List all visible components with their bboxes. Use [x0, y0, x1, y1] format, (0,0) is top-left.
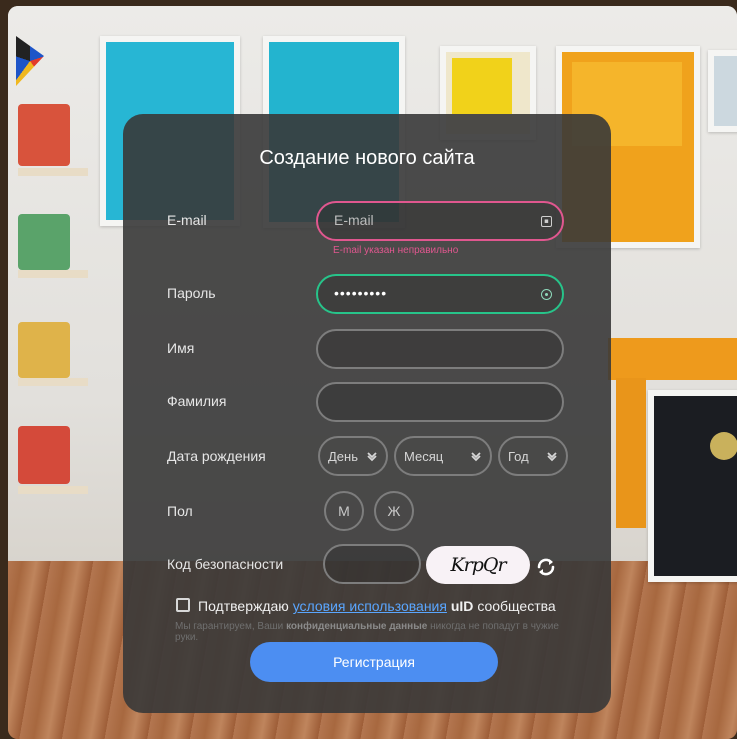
last-name-field-wrap [316, 382, 564, 422]
background-photo: Создание нового сайта E-mail ▪ E-mail ук… [8, 6, 737, 739]
chevron-down-icon [471, 452, 481, 462]
consent-checkbox[interactable] [176, 598, 190, 612]
consent-text: Подтверждаю условия использования uID со… [198, 598, 556, 614]
year-select-value: Год [508, 449, 529, 464]
privacy-note-prefix: Мы гарантируем, Ваши [175, 621, 284, 632]
shelf [18, 270, 88, 278]
day-select-value: День [328, 449, 358, 464]
birth-date-label: Дата рождения [167, 448, 266, 464]
shelf [18, 378, 88, 386]
decor-bar [608, 338, 737, 380]
register-button[interactable]: Регистрация [250, 642, 498, 682]
shelf [18, 168, 88, 176]
month-select[interactable]: Месяц [394, 436, 492, 476]
chevron-down-icon [547, 452, 557, 462]
decor-box [18, 214, 70, 270]
gender-male-button[interactable]: М [324, 491, 364, 531]
password-label: Пароль [167, 285, 216, 301]
email-field-wrap: ▪ [316, 201, 564, 241]
first-name-field[interactable] [334, 340, 534, 356]
refresh-icon[interactable] [535, 556, 557, 578]
security-code-field-wrap [323, 544, 421, 584]
month-select-value: Месяц [404, 449, 444, 464]
email-error: E-mail указан неправильно [333, 245, 459, 256]
password-field-wrap [316, 274, 564, 314]
security-code-label: Код безопасности [167, 556, 284, 572]
first-name-field-wrap [316, 329, 564, 369]
consent-brand: uID [450, 598, 474, 614]
terms-link[interactable]: условия использования [293, 598, 447, 614]
modal-title: Создание нового сайта [259, 147, 475, 169]
last-name-label: Фамилия [167, 393, 227, 409]
decor-box [18, 104, 70, 166]
privacy-note: Мы гарантируем, Ваши конфиденциальные да… [175, 621, 575, 643]
password-field[interactable] [334, 285, 534, 301]
year-select[interactable]: Год [498, 436, 568, 476]
shelf [18, 486, 88, 494]
poster [708, 50, 737, 132]
security-code-field[interactable] [341, 555, 411, 571]
decor-box [18, 322, 70, 378]
privacy-note-bold: конфиденциальные данные [286, 621, 428, 632]
poster [648, 390, 737, 582]
gender-female-button[interactable]: Ж [374, 491, 414, 531]
first-name-label: Имя [167, 340, 195, 356]
consent-prefix: Подтверждаю [198, 598, 289, 614]
day-select[interactable]: День [318, 436, 388, 476]
email-label: E-mail [167, 212, 207, 228]
decor-box [18, 426, 70, 484]
eye-icon[interactable] [541, 289, 552, 300]
registration-modal: Создание нового сайта E-mail ▪ E-mail ук… [123, 114, 611, 713]
gender-label: Пол [167, 503, 193, 519]
captcha-image: KrpQr [426, 546, 530, 584]
card-icon: ▪ [541, 216, 552, 227]
last-name-field[interactable] [334, 393, 534, 409]
chevron-down-icon [367, 452, 377, 462]
consent-suffix: сообщества [477, 598, 556, 614]
decor-bar [616, 378, 646, 528]
email-field[interactable] [334, 212, 534, 228]
